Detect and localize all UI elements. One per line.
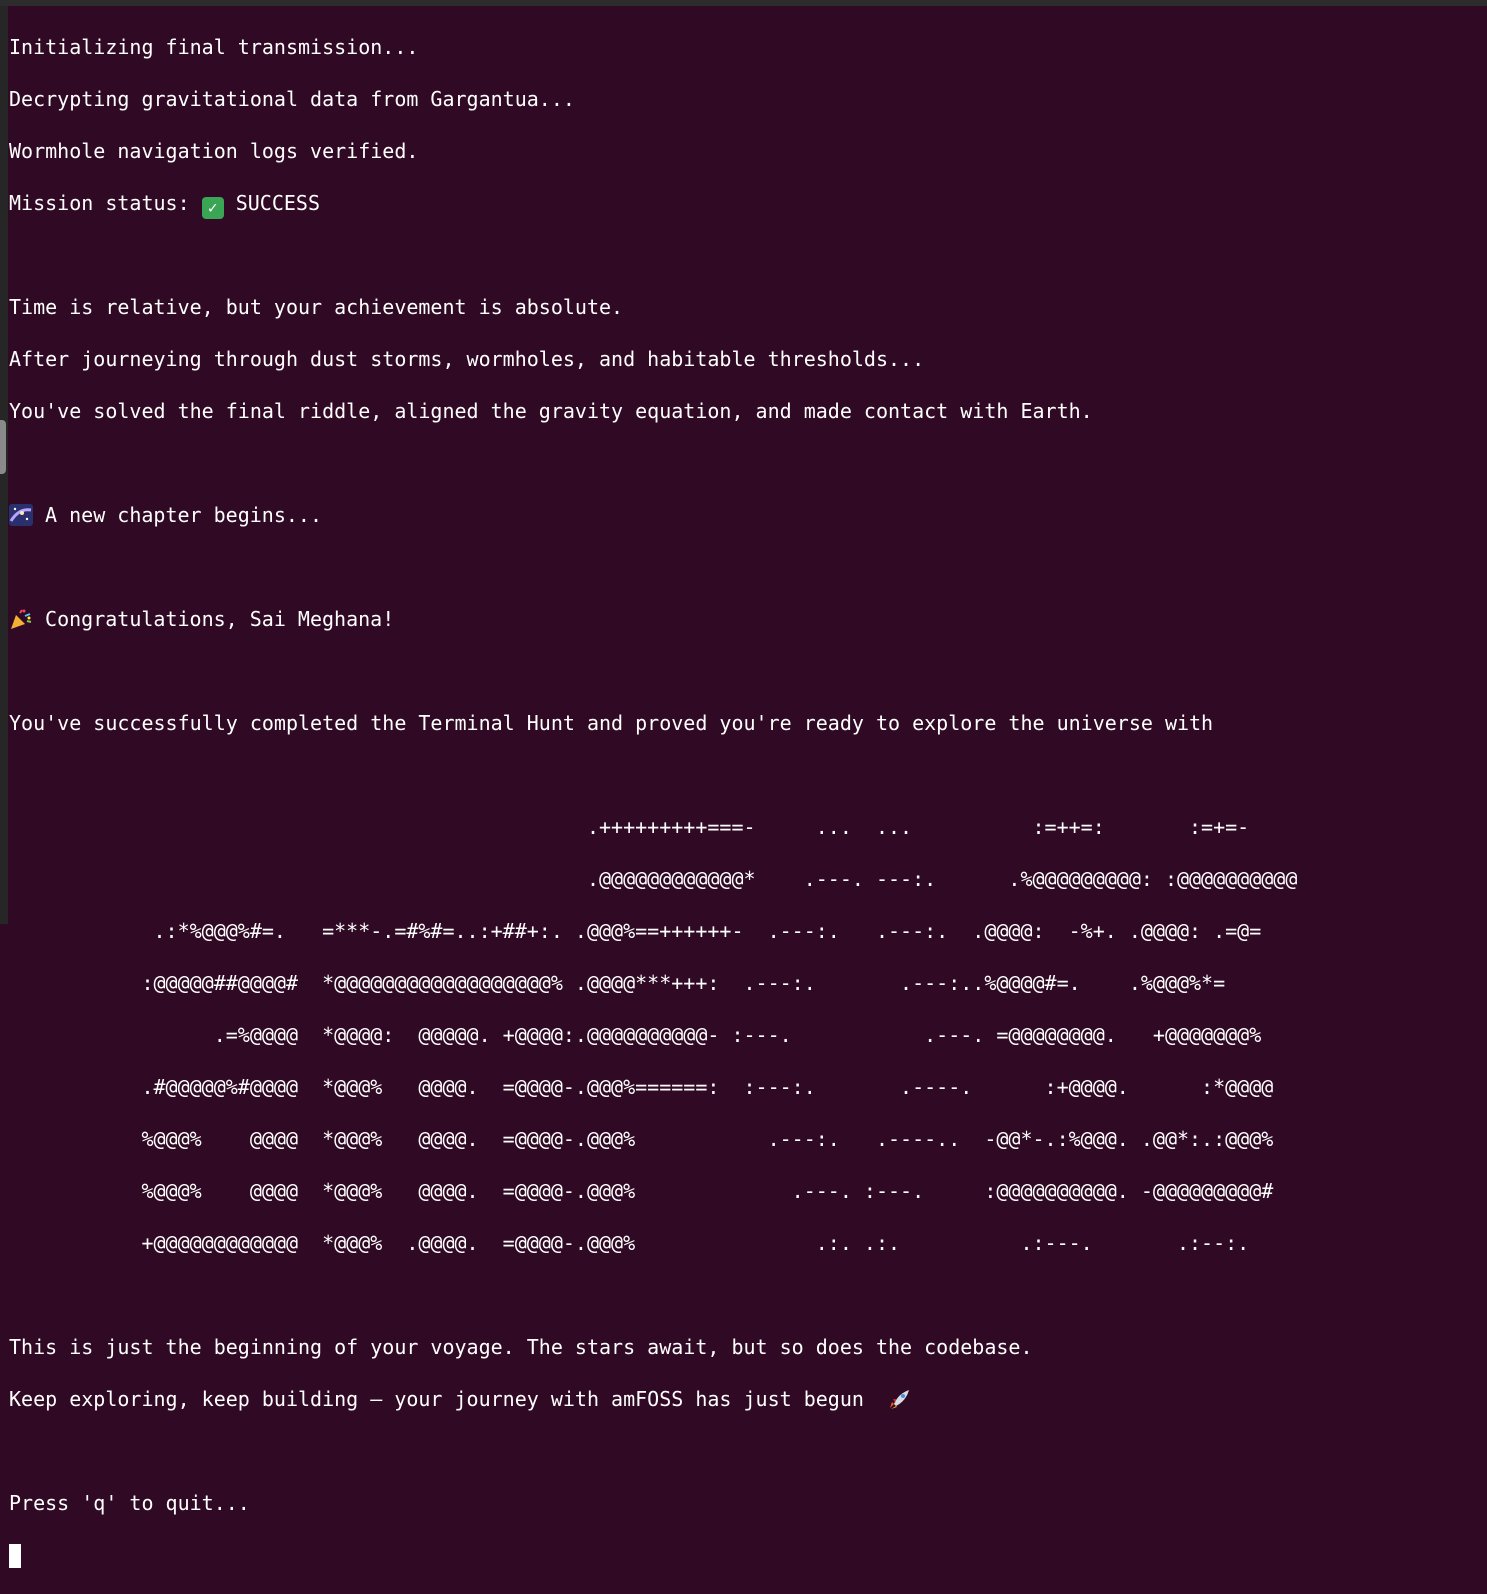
check-icon: ✓ [201, 197, 224, 219]
chapter-text: A new chapter begins... [33, 503, 322, 527]
ascii-art-line: .=%@@@@ *@@@@: @@@@@. +@@@@:.@@@@@@@@@@-… [9, 1023, 1262, 1047]
closing-line-1: This is just the beginning of your voyag… [9, 1335, 1033, 1359]
ascii-art-line: .@@@@@@@@@@@@* .---. ---:. .%@@@@@@@@@: … [9, 867, 1298, 891]
ascii-art-line: +@@@@@@@@@@@@ *@@@% .@@@@. =@@@@-.@@@% .… [9, 1231, 1250, 1255]
ascii-art-line: .#@@@@@%#@@@@ *@@@% @@@@. =@@@@-.@@@%===… [9, 1075, 1274, 1099]
output-line-3: Wormhole navigation logs verified. [9, 139, 419, 163]
ascii-art-line: %@@@% @@@@ *@@@% @@@@. =@@@@-.@@@% .---:… [9, 1127, 1274, 1151]
galaxy-icon [9, 504, 33, 526]
output-line-1: Initializing final transmission... [9, 35, 419, 59]
completion-line: You've successfully completed the Termin… [9, 711, 1214, 735]
closing-text: Keep exploring, keep building — your jou… [9, 1387, 888, 1411]
input-line[interactable] [9, 1542, 1479, 1568]
ascii-art-line: :@@@@@##@@@@# *@@@@@@@@@@@@@@@@@@% .@@@@… [9, 971, 1226, 995]
chapter-line: A new chapter begins... [9, 502, 1479, 528]
scrollbar-handle[interactable] [0, 420, 6, 474]
ascii-art-line: %@@@% @@@@ *@@@% @@@@. =@@@@-.@@@% .---.… [9, 1179, 1274, 1203]
congrats-line: Congratulations, Sai Meghana! [9, 606, 1479, 632]
rocket-icon [890, 1390, 909, 1409]
window-top-strip [0, 0, 1487, 6]
mission-status-label: Mission status: [9, 191, 202, 215]
message-line-1: Time is relative, but your achievement i… [9, 295, 624, 319]
output-line-2: Decrypting gravitational data from Garga… [9, 87, 575, 111]
terminal-output[interactable]: Initializing final transmission... Decry… [9, 8, 1479, 1594]
ascii-art-line: .:*%@@@%#=. =***-.=#%#=..:+##+:. .@@@%==… [9, 919, 1262, 943]
mission-status-line: Mission status: ✓ SUCCESS [9, 190, 1479, 219]
mission-status-value: SUCCESS [223, 191, 320, 215]
congrats-text: Congratulations, Sai Meghana! [33, 607, 395, 631]
message-line-3: You've solved the final riddle, aligned … [9, 399, 1093, 423]
party-popper-icon [11, 609, 32, 629]
ascii-art-line: .+++++++++===- ... ... :=++=: :=+=- [9, 815, 1250, 839]
quit-prompt: Press 'q' to quit... [9, 1491, 250, 1515]
closing-line-2: Keep exploring, keep building — your jou… [9, 1386, 1479, 1412]
terminal-cursor [9, 1544, 21, 1568]
message-line-2: After journeying through dust storms, wo… [9, 347, 925, 371]
